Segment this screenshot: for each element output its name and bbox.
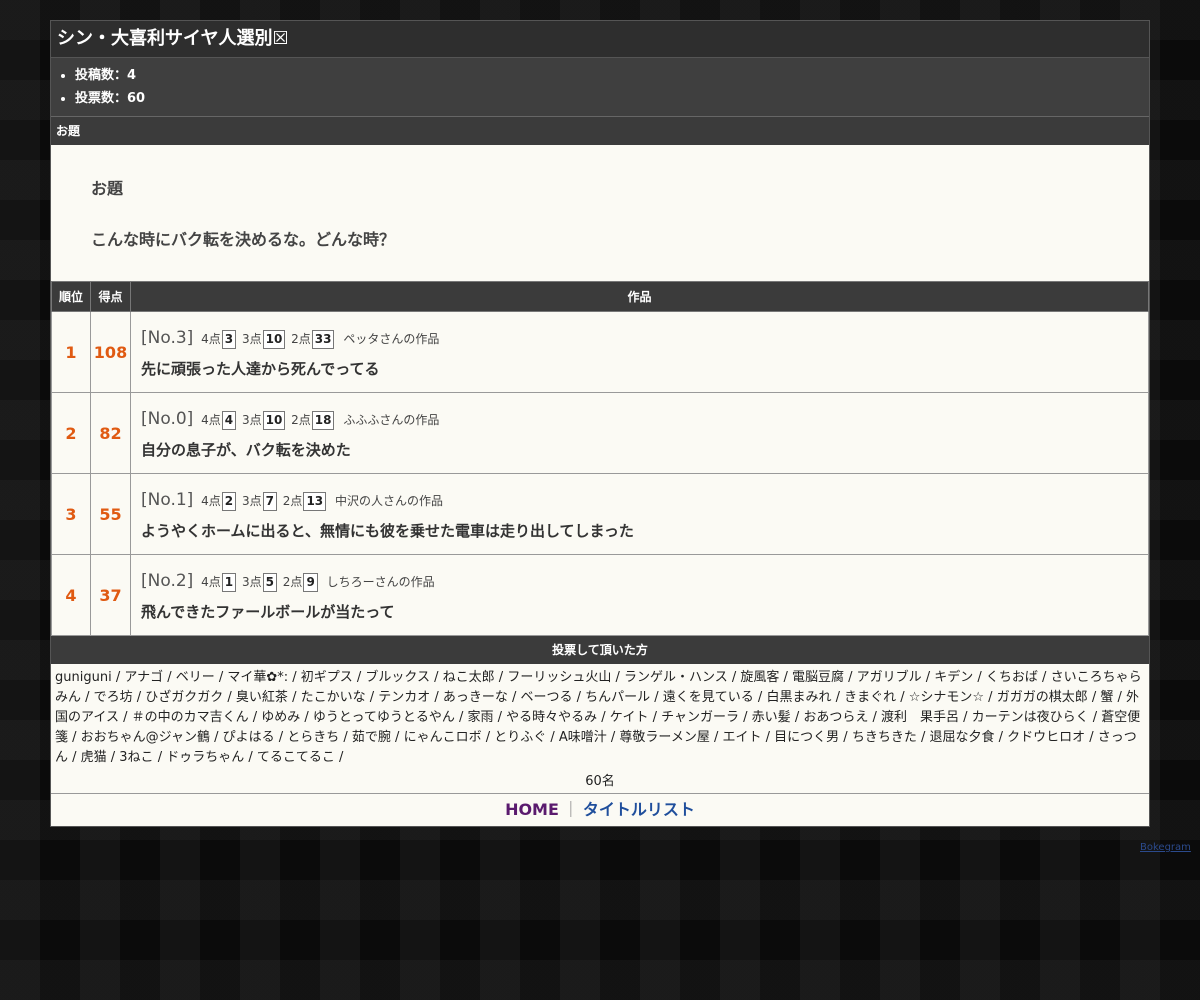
- main-panel: シン・大喜利サイヤ人選別☒ 投稿数：4 投票数：60 お題 お題 こんな時にバク…: [50, 20, 1150, 827]
- points2-count: 13: [303, 491, 327, 511]
- points4-label: 4点: [201, 493, 221, 508]
- entry-author: ふふふさんの作品: [343, 412, 440, 427]
- topic-text: こんな時にバク転を決めるな。どんな時？: [91, 230, 396, 249]
- entry-text: 先に頑張った人達から死んでってる: [141, 359, 380, 378]
- entry-text: 自分の息子が、バク転を決めた: [141, 440, 351, 459]
- title-list-link[interactable]: タイトルリスト: [583, 800, 695, 819]
- entry-author: 中沢の人さんの作品: [334, 493, 443, 508]
- points2-label: 2点: [291, 331, 311, 346]
- page-title: シン・大喜利サイヤ人選別☒: [51, 21, 1149, 58]
- work-meta: [No.3] 4点 3 3点 10 2点 33 ペッタさんの作品: [141, 326, 1147, 350]
- points4-count: 1: [221, 572, 237, 592]
- nav-separator: ｜: [562, 800, 579, 819]
- work-cell: [No.3] 4点 3 3点 10 2点 33 ペッタさんの作品 先に頑張った人達から…: [130, 311, 1149, 393]
- points4-count: 4: [221, 410, 237, 430]
- score-cell: 82: [90, 392, 131, 474]
- work-cell: [No.0] 4点 4 3点 10 2点 18 ふふふさんの作品 自分の息子が、バク転…: [130, 392, 1149, 474]
- points3-count: 5: [262, 572, 277, 592]
- table-row: 4 37 [No.2] 4点 1 3点 5 2点 9 しちろーさんの作品 飛んできたフ…: [51, 554, 1149, 636]
- points4-count: 2: [221, 491, 237, 511]
- score-header: 得点: [90, 281, 131, 312]
- topic-heading: お題: [91, 179, 124, 198]
- points2-count: 33: [311, 329, 335, 349]
- points2-label: 2点: [282, 493, 303, 508]
- rank-header: 順位: [51, 281, 91, 312]
- points3-count: 7: [262, 491, 277, 511]
- stats-panel: 投稿数：4 投票数：60: [51, 58, 1149, 117]
- rank-cell: 4: [51, 554, 91, 636]
- voters-list: guniguni / アナゴ / ベリー / マイ華✿*: / 初ギプス / ブ…: [55, 670, 1142, 765]
- entry-number: [No.2]: [141, 570, 194, 591]
- voters-count: 60名: [585, 774, 615, 789]
- score-cell: 55: [90, 473, 131, 555]
- home-link[interactable]: HOME: [505, 800, 559, 819]
- points3-count: 10: [262, 410, 286, 430]
- topic-section-header: お題: [51, 117, 1149, 145]
- points3-label: 3点: [241, 412, 262, 427]
- table-row: 2 82 [No.0] 4点 4 3点 10 2点 18 ふふふさんの作品 自分の息子…: [51, 392, 1149, 474]
- points3-label: 3点: [241, 493, 262, 508]
- entry-author: しちろーさんの作品: [326, 574, 435, 589]
- table-row: 3 55 [No.1] 4点 2 3点 7 2点 13 中沢の人さんの作品 ようやくホ…: [51, 473, 1149, 555]
- work-meta: [No.0] 4点 4 3点 10 2点 18 ふふふさんの作品: [141, 407, 1147, 431]
- entry-number: [No.0]: [141, 408, 194, 429]
- entry-text: ようやくホームに出ると、無情にも彼を乗せた電車は走り出してしまった: [141, 521, 634, 540]
- points2-count: 9: [303, 572, 318, 592]
- work-meta: [No.2] 4点 1 3点 5 2点 9 しちろーさんの作品: [141, 569, 1147, 593]
- table-row: 1 108 [No.3] 4点 3 3点 10 2点 33 ペッタさんの作品 先に頑張…: [51, 311, 1149, 393]
- points3-label: 3点: [241, 574, 262, 589]
- score-cell: 37: [90, 554, 131, 636]
- rank-cell: 3: [51, 473, 91, 555]
- voters-section-header: 投票して頂いた方: [51, 636, 1149, 664]
- points3-count: 10: [262, 329, 286, 349]
- work-cell: [No.1] 4点 2 3点 7 2点 13 中沢の人さんの作品 ようやくホームに出る…: [130, 473, 1149, 555]
- entry-author: ペッタさんの作品: [343, 331, 440, 346]
- rank-cell: 1: [51, 311, 91, 393]
- work-cell: [No.2] 4点 1 3点 5 2点 9 しちろーさんの作品 飛んできたファールボー…: [130, 554, 1149, 636]
- entry-number: [No.1]: [141, 489, 194, 510]
- results-header-row: 順位 得点 作品: [51, 281, 1149, 312]
- results-table: 順位 得点 作品 1 108 [No.3] 4点 3 3点 10 2点 33 ペッタさ…: [51, 281, 1149, 636]
- footer-nav: HOME ｜タイトルリスト: [51, 793, 1149, 826]
- topic-panel: お題 こんな時にバク転を決めるな。どんな時？: [51, 145, 1149, 281]
- brand-link[interactable]: Bokegram: [1140, 842, 1191, 853]
- entry-text: 飛んできたファールボールが当たって: [141, 602, 395, 621]
- points4-label: 4点: [201, 331, 221, 346]
- points2-label: 2点: [291, 412, 311, 427]
- points4-label: 4点: [201, 574, 221, 589]
- post-count: 投稿数：4: [75, 64, 1149, 87]
- entry-number: [No.3]: [141, 327, 194, 348]
- vote-count: 投票数：60: [75, 87, 1149, 110]
- rank-cell: 2: [51, 392, 91, 474]
- points3-label: 3点: [241, 331, 262, 346]
- points4-label: 4点: [201, 412, 221, 427]
- work-header: 作品: [130, 281, 1149, 312]
- points4-count: 3: [221, 329, 237, 349]
- points2-label: 2点: [282, 574, 303, 589]
- score-cell: 108: [90, 311, 131, 393]
- work-meta: [No.1] 4点 2 3点 7 2点 13 中沢の人さんの作品: [141, 488, 1147, 512]
- points2-count: 18: [311, 410, 335, 430]
